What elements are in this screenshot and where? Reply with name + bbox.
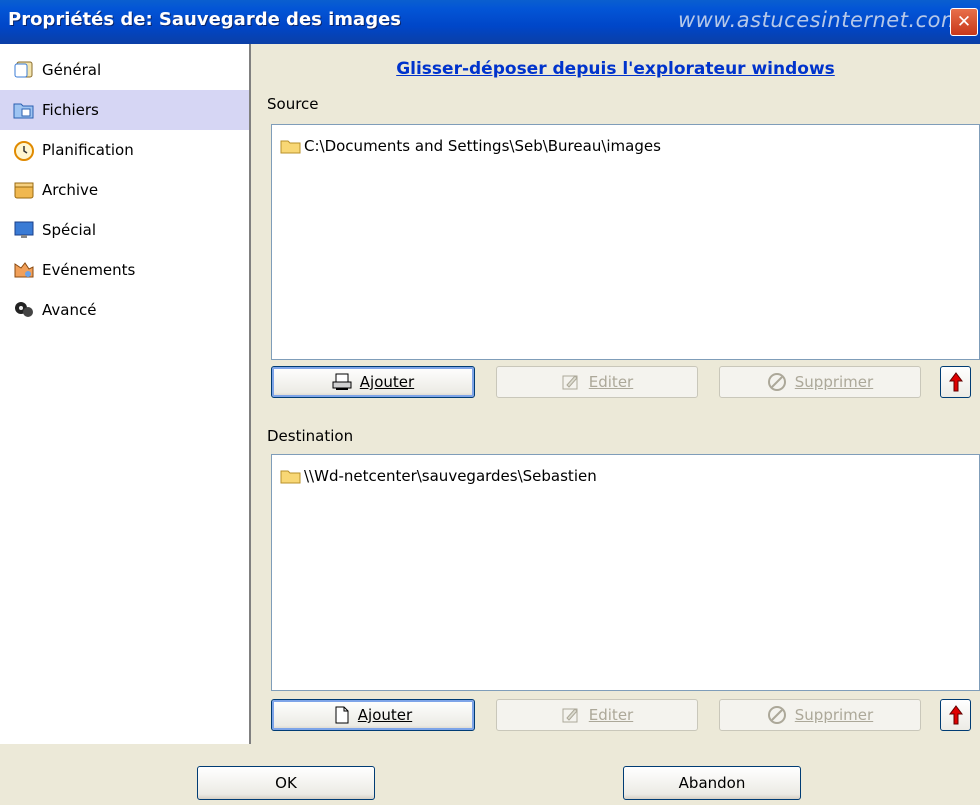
sidebar: Général Fichiers Planification Archive S… — [0, 44, 251, 744]
destination-edit-label: Editer — [588, 706, 634, 724]
clock-icon — [12, 138, 36, 162]
folder-icon — [280, 470, 301, 484]
events-icon — [12, 258, 36, 282]
sidebar-item-advanced[interactable]: Avancé — [0, 290, 249, 330]
archive-icon — [12, 178, 36, 202]
source-list[interactable]: C:\Documents and Settings\Seb\Bureau\ima… — [271, 124, 980, 360]
ok-button[interactable]: OK — [197, 766, 375, 800]
source-add-button[interactable]: Ajouter — [271, 366, 475, 398]
sidebar-item-planification[interactable]: Planification — [0, 130, 249, 170]
sidebar-item-label: Général — [42, 61, 102, 79]
folder-icon — [280, 140, 301, 154]
ok-label: OK — [275, 774, 297, 792]
arrow-up-icon — [948, 705, 963, 725]
sidebar-item-general[interactable]: Général — [0, 50, 249, 90]
sidebar-item-files[interactable]: Fichiers — [0, 90, 249, 130]
list-item[interactable]: \\Wd-netcenter\sauvegardes\Sebastien — [280, 467, 597, 485]
arrow-up-icon — [948, 372, 963, 392]
sidebar-item-label: Archive — [42, 181, 99, 199]
source-label: Source — [267, 95, 319, 113]
sidebar-item-special[interactable]: Spécial — [0, 210, 249, 250]
cancel-label: Abandon — [678, 774, 746, 792]
source-edit-button[interactable]: Editer — [496, 366, 698, 398]
files-icon — [12, 98, 36, 122]
close-button[interactable]: ✕ — [950, 8, 978, 36]
close-icon: ✕ — [956, 12, 972, 32]
sidebar-item-archive[interactable]: Archive — [0, 170, 249, 210]
destination-delete-label: Supprimer — [794, 706, 874, 724]
sidebar-item-label: Evénements — [42, 261, 136, 279]
destination-path: \\Wd-netcenter\sauvegardes\Sebastien — [304, 467, 597, 485]
list-item[interactable]: C:\Documents and Settings\Seb\Bureau\ima… — [280, 137, 661, 155]
window-title: Propriétés de: Sauvegarde des images — [8, 9, 402, 30]
monitor-icon — [12, 218, 36, 242]
cancel-button[interactable]: Abandon — [623, 766, 801, 800]
sidebar-item-label: Planification — [42, 141, 134, 159]
general-icon — [12, 58, 36, 82]
destination-list[interactable]: \\Wd-netcenter\sauvegardes\Sebastien — [271, 454, 980, 691]
source-delete-label: Supprimer — [794, 373, 874, 391]
source-edit-label: Editer — [588, 373, 634, 391]
destination-move-up-button[interactable] — [940, 699, 971, 731]
watermark-text: www.astucesinternet.com — [677, 8, 962, 32]
new-document-icon — [334, 706, 350, 724]
destination-label: Destination — [267, 427, 354, 445]
advanced-icon — [12, 298, 36, 322]
drag-drop-hint-link[interactable]: Glisser-déposer depuis l'explorateur win… — [251, 59, 980, 79]
sidebar-item-label: Spécial — [42, 221, 97, 239]
main-panel: Glisser-déposer depuis l'explorateur win… — [251, 44, 980, 744]
edit-icon — [561, 706, 581, 724]
no-entry-icon — [767, 705, 787, 725]
sidebar-item-label: Fichiers — [42, 101, 99, 119]
source-delete-button[interactable]: Supprimer — [719, 366, 921, 398]
source-add-label: Ajouter — [359, 373, 415, 391]
destination-edit-button[interactable]: Editer — [496, 699, 698, 731]
sidebar-item-label: Avancé — [42, 301, 97, 319]
sidebar-item-events[interactable]: Evénements — [0, 250, 249, 290]
destination-add-label: Ajouter — [357, 706, 413, 724]
add-source-icon — [332, 373, 352, 391]
no-entry-icon — [767, 372, 787, 392]
title-bar: Propriétés de: Sauvegarde des images www… — [0, 0, 980, 44]
edit-icon — [561, 373, 581, 391]
source-path: C:\Documents and Settings\Seb\Bureau\ima… — [304, 137, 661, 155]
source-move-up-button[interactable] — [940, 366, 971, 398]
destination-add-button[interactable]: Ajouter — [271, 699, 475, 731]
destination-delete-button[interactable]: Supprimer — [719, 699, 921, 731]
